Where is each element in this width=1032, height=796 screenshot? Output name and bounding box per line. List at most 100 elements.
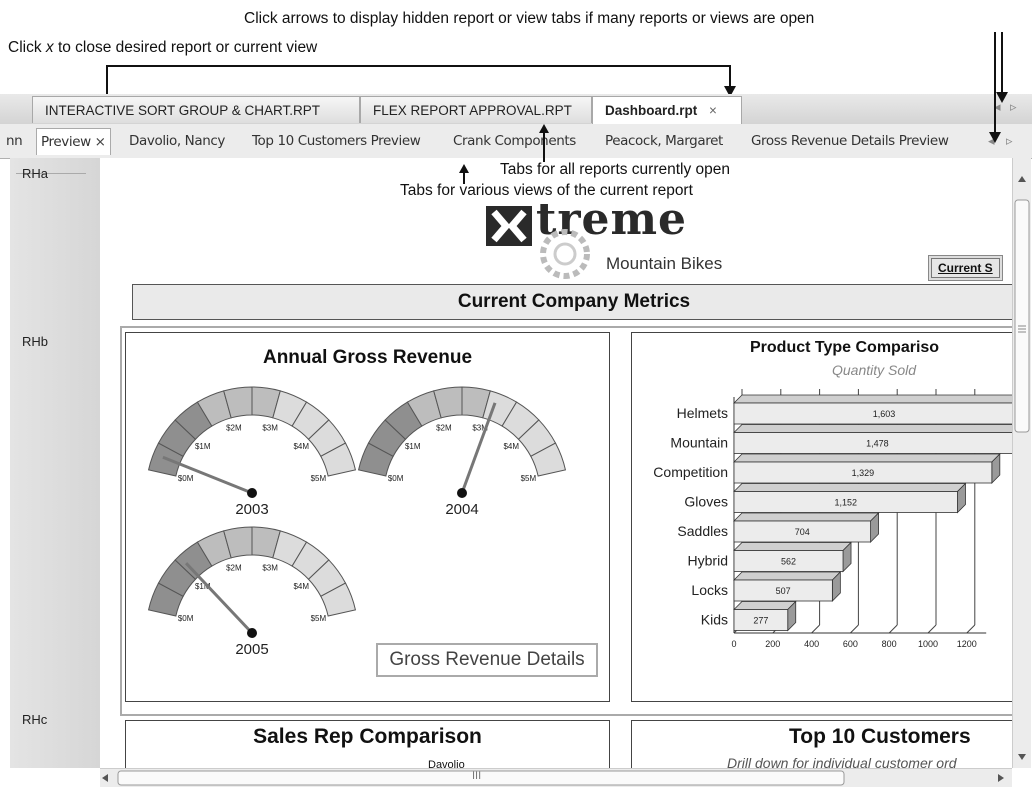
report-tab-bar: INTERACTIVE SORT GROUP & CHART.RPT FLEX … <box>0 94 1032 125</box>
gauge-tick-label: $1M <box>405 442 421 451</box>
gauge-tick-label: $4M <box>293 442 309 451</box>
chart-category-label: Mountain <box>670 435 728 451</box>
chart-category-label: Competition <box>653 464 728 480</box>
chart-gridline <box>888 624 898 634</box>
gauge-tick-label: $4M <box>293 582 309 591</box>
close-report-icon[interactable]: × <box>709 103 717 118</box>
chart-value-label: 1,152 <box>834 498 857 508</box>
section-label-rhb[interactable]: RHb <box>22 334 48 349</box>
current-button[interactable]: Current S <box>928 255 1003 281</box>
tab-flex-report-approval[interactable]: FLEX REPORT APPROVAL.RPT <box>360 96 592 123</box>
callout-line <box>1001 32 1003 94</box>
chart-category-label: Locks <box>691 582 728 598</box>
report-canvas: treme Mountain Bikes Current S Current C… <box>100 158 1012 768</box>
gauge-hub <box>457 488 467 498</box>
tab-view-davolio[interactable]: Davolio, Nancy <box>129 128 225 154</box>
scroll-left-icon <box>102 774 108 782</box>
chart-value-label: 1,329 <box>852 468 875 478</box>
scroll-up-icon <box>1018 176 1026 182</box>
gauge-hub <box>247 628 257 638</box>
current-button-label: Current S <box>931 258 1000 278</box>
callout-line <box>994 32 996 134</box>
section-label-rha[interactable]: RHa <box>22 166 48 181</box>
logo-tagline: Mountain Bikes <box>606 254 723 273</box>
close-view-icon[interactable]: × <box>95 134 106 150</box>
tab-view-peacock[interactable]: Peacock, Margaret <box>605 128 723 154</box>
product-panel: Product Type Compariso Quantity Sold 0 20… <box>631 332 1012 702</box>
chart-x-tick: 1000 <box>918 639 938 649</box>
top-customers-panel: Top 10 Customers Drill down for individu… <box>631 720 1012 768</box>
sales-rep-panel: Sales Rep Comparison Davolio <box>125 720 610 768</box>
chart-x-tick: 1200 <box>957 639 977 649</box>
top-customers-subtitle: Drill down for individual customer ord <box>727 755 957 768</box>
chart-value-label: 277 <box>753 616 768 626</box>
callout-view-tabs: Tabs for various views of the current re… <box>400 182 693 199</box>
gauge-tick-label: $2M <box>226 423 242 432</box>
top-customers-title: Top 10 Customers <box>789 725 971 748</box>
gauge-tick-label: $2M <box>226 563 242 572</box>
logo-gear-icon <box>540 229 590 279</box>
chart-category-label: Hybrid <box>688 553 728 569</box>
sales-rep-partial-label: Davolio <box>428 759 465 768</box>
gauge-year-label: 2005 <box>235 641 268 658</box>
chart-gridline <box>927 624 937 634</box>
tab-view-top10-customers[interactable]: Top 10 Customers Preview <box>252 128 421 154</box>
tab-dashboard-report[interactable]: Dashboard.rpt × <box>592 96 742 125</box>
section-panel: RHa RHb RHc <box>10 158 101 768</box>
callout-scroll-arrows: Click arrows to display hidden report or… <box>244 10 815 27</box>
scroll-down-icon <box>1018 754 1026 760</box>
callout-line <box>729 65 731 87</box>
chart-x-tick: 800 <box>882 639 897 649</box>
gauge-tick-label: $0M <box>178 474 194 483</box>
metrics-banner: Current Company Metrics <box>132 284 1012 320</box>
vscroll-thumb <box>1014 199 1030 433</box>
gauge-tick-label: $5M <box>521 474 537 483</box>
callout-report-tabs: Tabs for all reports currently open <box>500 161 731 178</box>
tab-interactive-sort-report[interactable]: INTERACTIVE SORT GROUP & CHART.RPT <box>32 96 360 123</box>
view-tab-bar: ոn Preview × Davolio, Nancy Top 10 Custo… <box>0 124 1032 159</box>
callout-close: Click x to close desired report or curre… <box>8 39 318 56</box>
tab-view-gross-revenue-details[interactable]: Gross Revenue Details Preview <box>751 128 949 154</box>
revenue-gauge-2005: $0M$1M$2M $3M$4M$5M2005 <box>147 526 357 658</box>
horizontal-scrollbar[interactable]: III <box>100 768 1012 787</box>
chart-gridline <box>850 624 859 634</box>
gauge-year-label: 2003 <box>235 501 268 518</box>
chart-value-label: 562 <box>781 557 796 567</box>
tab-scroll-right-icon[interactable]: ▹ <box>1010 99 1017 115</box>
gauge-tick-label: $5M <box>311 614 327 623</box>
tab-view-preview[interactable]: Preview × <box>36 128 111 155</box>
callout-arrow <box>989 132 1001 143</box>
chart-category-label: Saddles <box>677 523 728 539</box>
gauge-tick-label: $3M <box>262 563 278 572</box>
view-scroll-right-icon[interactable]: ▹ <box>1006 133 1013 149</box>
tab-view-design[interactable]: ոn <box>6 128 23 154</box>
gauge-tick-label: $1M <box>195 442 211 451</box>
revenue-gauge-2003: $0M $1M $2M $3M $4M $5M 2003 <box>147 386 357 518</box>
gauge-year-label: 2004 <box>445 501 478 518</box>
callout-line <box>106 65 729 67</box>
chart-category-label: Kids <box>701 612 728 628</box>
gauge-needle <box>185 562 254 635</box>
revenue-panel: Annual Gross Revenue $0M $1M $2M $3M $4M $5M 2… <box>125 332 610 702</box>
gauge-hub <box>247 488 257 498</box>
callout-arrow <box>996 92 1008 103</box>
hscroll-grip: III <box>472 770 482 782</box>
chart-value-label: 704 <box>795 527 810 537</box>
chart-x-tick: 600 <box>843 639 858 649</box>
chart-category-label: Helmets <box>677 405 728 421</box>
tab-view-crank-components[interactable]: Crank Components <box>453 128 576 154</box>
sales-rep-title: Sales Rep Comparison <box>253 725 482 748</box>
gauge-tick-label: $4M <box>503 442 519 451</box>
gross-revenue-details-link[interactable]: Gross Revenue Details <box>376 643 598 677</box>
vertical-scrollbar[interactable] <box>1012 158 1031 768</box>
callout-line <box>543 132 545 162</box>
revenue-gauge-2004: $0M$1M$2M $3M$4M$5M2004 <box>357 386 567 518</box>
tab-dashboard-label: Dashboard.rpt <box>605 103 698 118</box>
chart-value-label: 1,603 <box>873 409 896 419</box>
section-label-rhc[interactable]: RHc <box>22 712 47 727</box>
gauge-tick-label: $0M <box>388 474 404 483</box>
chart-x-tick: 0 <box>731 639 736 649</box>
product-chart-svg: 0 200 400 600 800 1000 1200 1,603 Helmets 1,478 Mo… <box>653 389 1012 649</box>
scroll-right-icon <box>998 774 1004 782</box>
chart-value-label: 507 <box>776 586 791 596</box>
